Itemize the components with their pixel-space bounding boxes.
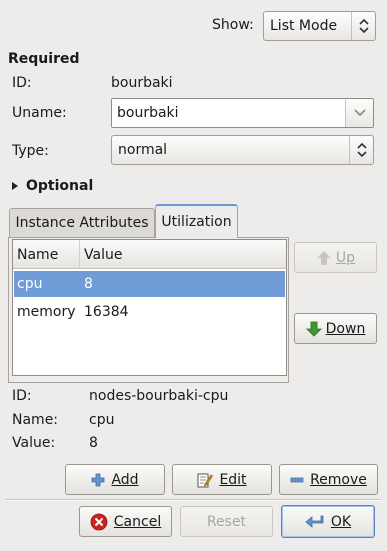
ok-label: OK (330, 513, 352, 530)
expander-arrow-icon (12, 182, 18, 190)
uname-label: Uname: (12, 105, 67, 121)
show-mode-value: List Mode (270, 18, 338, 34)
move-up-button[interactable]: Up (294, 242, 377, 273)
ok-button[interactable]: OK (281, 505, 375, 538)
uname-value: bourbaki (117, 105, 179, 121)
minus-icon (290, 477, 304, 482)
type-combo[interactable]: normal (111, 135, 374, 165)
table-header: Name Value (13, 240, 286, 269)
table-row[interactable]: memory 16384 (14, 299, 285, 325)
cancel-icon (90, 513, 108, 530)
row-name: cpu (17, 276, 43, 292)
tab-label: Instance Attributes (15, 215, 149, 231)
dialog-separator (6, 499, 381, 501)
edit-button[interactable]: Edit (172, 464, 272, 495)
remove-label: Remove (310, 471, 367, 488)
enter-arrow-icon (305, 515, 324, 528)
table-row[interactable]: cpu 8 (14, 271, 285, 297)
detail-name-value: cpu (89, 412, 115, 428)
remove-button[interactable]: Remove (279, 464, 378, 495)
add-label: Add (111, 471, 139, 488)
edit-label: Edit (219, 471, 247, 488)
edit-pencil-icon (197, 473, 214, 487)
detail-value-value: 8 (89, 435, 98, 451)
reset-button[interactable]: Reset (180, 506, 273, 537)
tab-instance-attributes[interactable]: Instance Attributes (9, 208, 155, 237)
row-name: memory (17, 304, 76, 320)
id-label: ID: (12, 75, 32, 91)
updown-arrows-icon (351, 12, 375, 40)
tab-utilization[interactable]: Utilization (155, 204, 238, 238)
tab-label: Utilization (161, 214, 232, 230)
detail-id-value: nodes-bourbaki-cpu (89, 388, 229, 404)
cancel-button[interactable]: Cancel (79, 506, 172, 537)
row-value: 16384 (84, 304, 129, 320)
utilization-table[interactable]: Name Value cpu 8 memory 16384 (12, 239, 287, 376)
show-label: Show: (212, 17, 254, 33)
cancel-label: Cancel (113, 513, 162, 530)
column-header-value[interactable]: Value (84, 247, 122, 263)
arrow-down-icon (305, 321, 322, 337)
down-label: Down (325, 320, 366, 337)
type-value: normal (118, 142, 168, 158)
detail-id-label: ID: (12, 388, 32, 404)
optional-expander[interactable]: Optional (11, 178, 93, 194)
uname-field[interactable]: bourbaki (111, 98, 374, 128)
up-label: Up (335, 249, 356, 266)
detail-value-label: Value: (12, 435, 56, 451)
column-header-name[interactable]: Name (17, 247, 58, 263)
detail-name-label: Name: (12, 412, 59, 428)
reset-label: Reset (206, 513, 247, 530)
type-label: Type: (12, 143, 49, 159)
column-divider (79, 240, 80, 269)
id-value: bourbaki (111, 75, 173, 91)
plus-icon (92, 473, 105, 486)
required-heading: Required (8, 51, 80, 67)
updown-arrows-icon (349, 136, 373, 164)
optional-heading: Optional (26, 178, 94, 194)
move-down-button[interactable]: Down (294, 313, 377, 344)
chevron-down-icon[interactable] (345, 99, 373, 127)
row-value: 8 (84, 276, 93, 292)
arrow-up-icon (316, 250, 331, 265)
add-button[interactable]: Add (65, 464, 165, 495)
show-mode-combo[interactable]: List Mode (263, 11, 376, 41)
